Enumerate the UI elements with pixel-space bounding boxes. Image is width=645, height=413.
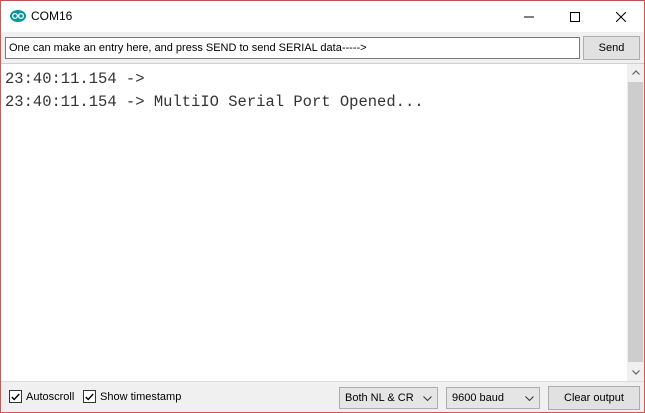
output-line: 23:40:11.154 -> MultiIO Serial Port Open… [5,93,424,111]
baud-rate-select[interactable]: 9600 baud [446,387,540,409]
autoscroll-checkbox[interactable]: Autoscroll [9,390,74,403]
show-timestamp-label: Show timestamp [100,390,182,403]
close-button[interactable] [598,1,644,32]
line-ending-select[interactable]: Both NL & CR [339,387,438,409]
close-icon [616,11,626,22]
baud-rate-value: 9600 baud [452,392,504,404]
scroll-down-button[interactable] [627,364,644,381]
autoscroll-label: Autoscroll [26,390,75,403]
checkmark-icon [11,393,20,401]
line-ending-value: Both NL & CR [345,392,414,404]
chevron-down-icon [631,370,640,375]
maximize-button[interactable] [552,1,598,32]
bottom-bar: Autoscroll Show timestamp Both NL & CR 9… [1,381,644,412]
arduino-icon [10,10,26,22]
minimize-button[interactable] [506,1,552,32]
serial-monitor-window: COM16 Send 23:40:11.154 -> 23:40:11.154 … [0,0,645,413]
checkmark-icon [85,393,94,401]
chevron-down-icon [525,395,534,401]
show-timestamp-checkbox[interactable]: Show timestamp [83,390,181,403]
chevron-up-icon [631,70,640,75]
send-row: Send [1,32,644,63]
minimize-icon [524,16,534,17]
output-line: 23:40:11.154 -> [5,70,145,88]
window-title: COM16 [31,9,73,23]
send-button[interactable]: Send [583,36,640,60]
checkbox-box[interactable] [83,390,96,403]
clear-output-button[interactable]: Clear output [548,386,640,410]
chevron-down-icon [423,395,432,401]
maximize-icon [570,11,580,22]
scroll-up-button[interactable] [627,64,644,81]
scroll-thumb[interactable] [628,82,643,362]
title-bar[interactable]: COM16 [1,1,644,32]
checkbox-box[interactable] [9,390,22,403]
vertical-scrollbar[interactable] [627,63,644,381]
serial-output[interactable]: 23:40:11.154 -> 23:40:11.154 -> MultiIO … [1,63,627,381]
send-input[interactable] [5,37,580,59]
